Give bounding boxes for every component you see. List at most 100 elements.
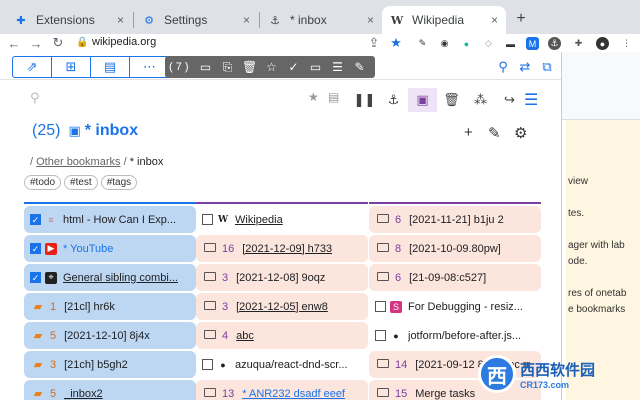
bookmark-item[interactable]: ✓ ⌖ General sibling combi...: [24, 264, 196, 291]
more-menu-icon[interactable]: ⋮: [620, 37, 633, 50]
page-text: view: [568, 176, 589, 187]
shield-icon[interactable]: ◇: [482, 37, 495, 50]
breadcrumb-separator: /: [30, 156, 34, 168]
more-dots-icon[interactable]: ⋯: [130, 57, 169, 77]
star-outline-icon[interactable]: ☆: [261, 60, 283, 74]
puzzle-icon[interactable]: ✚: [572, 37, 585, 50]
add-folder-icon[interactable]: ⊞: [52, 57, 91, 77]
selection-toolbar: ( 7 ) ▭ ⎘ 🗑 ☆ ✓ ▭ ☰ ✎: [165, 56, 375, 78]
item-label: jotform/before-after.js...: [408, 329, 522, 342]
forward-icon[interactable]: →: [28, 34, 44, 52]
popout-icon[interactable]: ⧉: [538, 58, 556, 76]
bookmarks-view-icon[interactable]: ❚❚: [350, 88, 379, 112]
delete-sweep-icon[interactable]: 🗑: [437, 88, 466, 112]
settings-icon[interactable]: ⚙: [514, 124, 527, 142]
search-icon: ⚲: [30, 90, 40, 105]
tab-settings[interactable]: ⚙ Settings ×: [134, 6, 258, 34]
page-title: (25) ▣ * inbox: [32, 122, 138, 140]
folder-item[interactable]: 6 [21-09-08:c527]: [369, 264, 541, 291]
item-label: General sibling combi...: [63, 271, 178, 284]
item-label: [2021-12-08] 9oqz: [236, 271, 326, 284]
bookmark-item[interactable]: ● azuqua/react-dnd-scr...: [196, 351, 368, 378]
item-checkbox[interactable]: [375, 301, 386, 312]
item-checkbox[interactable]: [375, 330, 386, 341]
item-checkbox[interactable]: ✓: [30, 214, 41, 225]
copy-icon[interactable]: ⎘: [217, 60, 239, 75]
reader-icon[interactable]: ☰: [327, 60, 349, 74]
bookmark-ext-icon[interactable]: ⚓: [548, 37, 561, 50]
reload-icon[interactable]: ↻: [50, 34, 66, 52]
item-checkbox[interactable]: [202, 214, 213, 225]
url-bar[interactable]: wikipedia.org: [92, 36, 156, 48]
folder-icon: [375, 242, 391, 255]
avatar[interactable]: ●: [596, 37, 609, 50]
share-icon[interactable]: ⇪: [366, 34, 382, 52]
inbox-view-icon[interactable]: ▣: [408, 88, 437, 112]
item-checkbox[interactable]: [202, 359, 213, 370]
item-checkbox[interactable]: ✓: [30, 272, 41, 283]
item-checkbox[interactable]: ✓: [30, 243, 41, 254]
refresh-ext-icon[interactable]: ◉: [438, 37, 451, 50]
folder-item[interactable]: ▰ 5 _inbox2: [24, 380, 196, 400]
bookmark-item[interactable]: S For Debugging - resiz...: [369, 293, 541, 320]
breadcrumb-parent-link[interactable]: Other bookmarks: [36, 156, 120, 168]
folder-count: 3: [222, 271, 229, 284]
folder-icon[interactable]: ▭: [305, 60, 327, 74]
anchor-icon[interactable]: ⚓: [379, 88, 408, 112]
folder-item[interactable]: 13 * ANR232 dsadf eeef: [196, 380, 368, 400]
tab-strip: ✚ Extensions × ⚙ Settings × ⚓ * inbox × …: [0, 0, 640, 34]
note-icon[interactable]: ▤: [91, 57, 130, 77]
evernote-icon[interactable]: ✎: [416, 37, 429, 50]
tab-inbox[interactable]: ⚓ * inbox ×: [260, 6, 382, 34]
tab-extensions[interactable]: ✚ Extensions ×: [6, 6, 132, 34]
share-icon[interactable]: ↪: [495, 88, 524, 112]
folder-icon: [202, 271, 218, 284]
bookmark-item[interactable]: ✓ ≡ html - How Can I Exp...: [24, 206, 196, 233]
add-icon[interactable]: +: [464, 124, 473, 141]
bookmark-item[interactable]: ✓ ▶ * YouTube: [24, 235, 196, 262]
close-tab-icon[interactable]: ×: [491, 13, 498, 27]
search-icon[interactable]: ⚲: [494, 58, 512, 76]
close-tab-icon[interactable]: ×: [117, 13, 124, 27]
open-external-icon[interactable]: ⇗: [13, 57, 52, 77]
star-icon[interactable]: ★: [388, 34, 404, 52]
folder-item[interactable]: 3 [2021-12-08] 9oqz: [196, 264, 368, 291]
folder-item[interactable]: ▰ 3 [21ch] b5gh2: [24, 351, 196, 378]
note-icon[interactable]: ▤: [328, 90, 339, 104]
breadcrumb-separator: /: [123, 156, 127, 168]
close-tab-icon[interactable]: ×: [367, 13, 374, 27]
page-text: ode.: [568, 256, 588, 267]
scatter-icon[interactable]: ⁂: [466, 88, 495, 112]
swap-icon[interactable]: ⇄: [516, 58, 534, 76]
folder-item[interactable]: ▰ 5 [2021-12-10] 8j4x: [24, 322, 196, 349]
folder-item[interactable]: 8 [2021-10-09.80pw]: [369, 235, 541, 262]
close-tab-icon[interactable]: ×: [243, 13, 250, 27]
tag-list: #todo #test #tags: [24, 175, 138, 190]
star-icon[interactable]: ★: [308, 90, 319, 104]
item-label: [2021-10-09.80pw]: [409, 242, 501, 255]
tab-wikipedia[interactable]: W Wikipedia ×: [382, 6, 506, 34]
mask-icon[interactable]: ▬: [504, 37, 517, 50]
page-text: e bookmarks: [568, 304, 626, 315]
folder-item[interactable]: 6 [2021-11-21] b1ju 2: [369, 206, 541, 233]
menu-icon[interactable]: ☰: [524, 90, 538, 110]
back-icon[interactable]: ←: [6, 34, 22, 52]
folder-item[interactable]: 3 [2021-12-05] enw8: [196, 293, 368, 320]
new-tab-button[interactable]: +: [510, 8, 532, 30]
check-circle-icon[interactable]: ✓: [283, 60, 305, 74]
tag-chip[interactable]: #tags: [100, 175, 138, 190]
folder-item[interactable]: 16 [2021-12-09] h733: [196, 235, 368, 262]
folder-item[interactable]: 4 abc: [196, 322, 368, 349]
edit-icon[interactable]: ✎: [488, 124, 501, 142]
bookmark-item[interactable]: W Wikipedia: [196, 206, 368, 233]
m-ext-icon[interactable]: M: [526, 37, 539, 50]
window-icon[interactable]: ▭: [195, 60, 217, 74]
grammarly-icon[interactable]: ●: [460, 37, 473, 50]
folder-item[interactable]: ▰ 1 [21cl] hr6k: [24, 293, 196, 320]
bookmark-item[interactable]: ● jotform/before-after.js...: [369, 322, 541, 349]
tag-chip[interactable]: #test: [64, 175, 98, 190]
tag-chip[interactable]: #todo: [24, 175, 62, 190]
trash-icon[interactable]: 🗑: [239, 60, 261, 74]
folder-count: 6: [395, 271, 402, 284]
pencil-icon[interactable]: ✎: [349, 60, 371, 74]
